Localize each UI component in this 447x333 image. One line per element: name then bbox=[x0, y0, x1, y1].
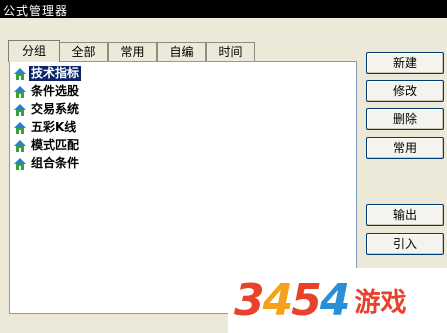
modify-button[interactable]: 修改 bbox=[366, 80, 444, 102]
tab-time[interactable]: 时间 bbox=[206, 42, 255, 62]
watermark-text: 游戏 bbox=[354, 288, 407, 318]
tree-item-label: 五彩K线 bbox=[31, 120, 77, 134]
tree-item-label: 组合条件 bbox=[31, 156, 80, 170]
tree-item-combined-conditions[interactable]: 组合条件 bbox=[13, 155, 81, 172]
tab-custom[interactable]: 自编 bbox=[157, 42, 206, 62]
house-icon bbox=[14, 85, 26, 98]
tree-item-label: 模式匹配 bbox=[31, 138, 80, 152]
common-button[interactable]: 常用 bbox=[366, 137, 444, 159]
window-title: 公式管理器 bbox=[3, 4, 69, 18]
tree-item-label: 交易系统 bbox=[31, 102, 80, 116]
tab-all[interactable]: 全部 bbox=[59, 42, 108, 62]
tree-item-colored-kline[interactable]: 五彩K线 bbox=[13, 119, 78, 136]
house-icon bbox=[14, 67, 26, 80]
import-button[interactable]: 引入 bbox=[366, 233, 444, 255]
house-icon bbox=[14, 139, 26, 152]
new-button[interactable]: 新建 bbox=[366, 52, 444, 74]
title-bar: 公式管理器 bbox=[0, 0, 447, 18]
tree-item-trading-system[interactable]: 交易系统 bbox=[13, 101, 81, 118]
tab-group[interactable]: 分组 bbox=[8, 40, 60, 62]
tree-item-label: 条件选股 bbox=[31, 84, 80, 98]
export-button[interactable]: 输出 bbox=[366, 204, 444, 226]
delete-button[interactable]: 删除 bbox=[366, 108, 444, 130]
site-watermark-logo: 3454 游戏 bbox=[228, 268, 447, 333]
tree-item-pattern-match[interactable]: 模式匹配 bbox=[13, 137, 81, 154]
watermark-digits: 3454 bbox=[234, 275, 350, 326]
tab-common[interactable]: 常用 bbox=[108, 42, 157, 62]
house-icon bbox=[14, 121, 26, 134]
tree-item-label: 技术指标 bbox=[29, 66, 82, 81]
house-icon bbox=[14, 157, 26, 170]
tree-item-stock-screening[interactable]: 条件选股 bbox=[13, 83, 81, 100]
tree-item-technical-indicators[interactable]: 技术指标 bbox=[13, 65, 82, 82]
house-icon bbox=[14, 103, 26, 116]
